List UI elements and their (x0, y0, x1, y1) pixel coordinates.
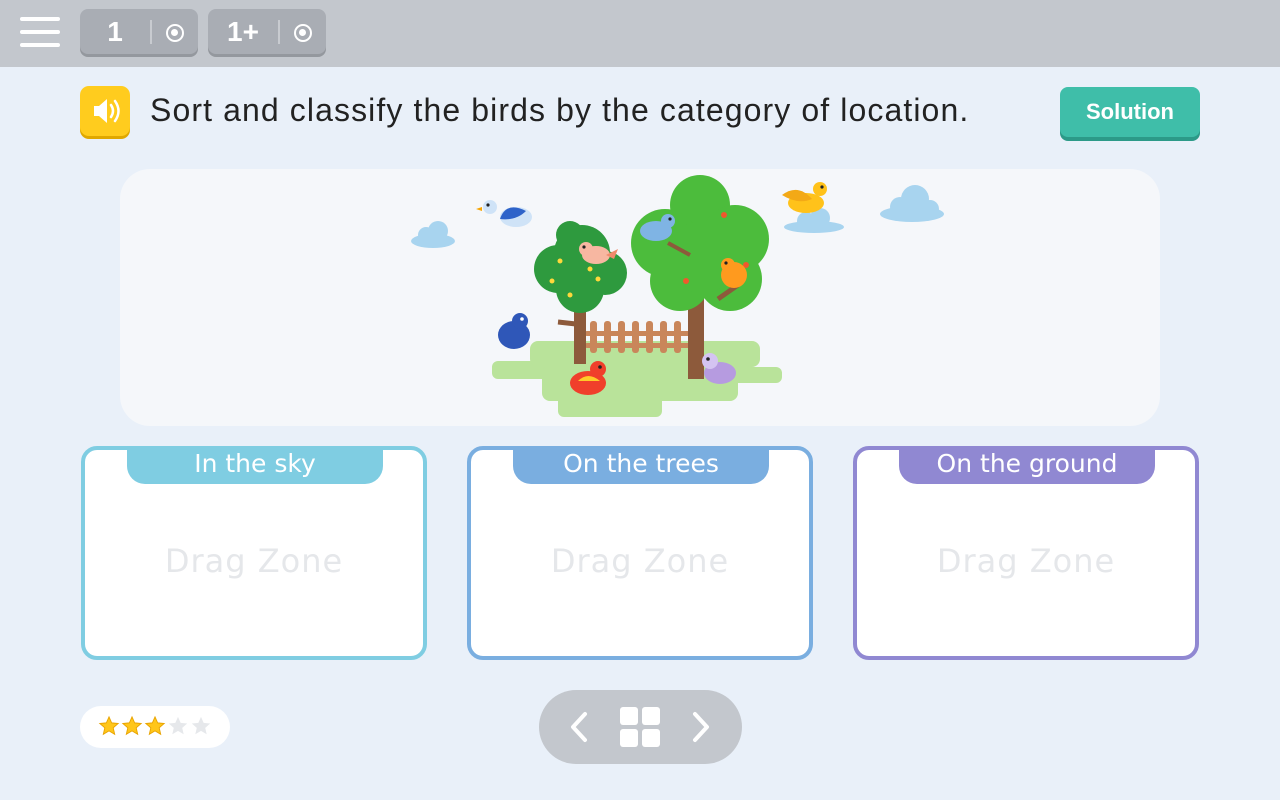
drag-zone-placeholder: Drag Zone (550, 542, 730, 580)
cloud-icon (880, 185, 944, 222)
birds-trees-fence-illustration (411, 175, 944, 417)
star-rating (80, 706, 230, 748)
question-text: Sort and classify the birds by the categ… (150, 92, 970, 128)
divider (278, 20, 280, 44)
zone-title: On the ground (899, 446, 1155, 484)
cloud-icon (411, 221, 455, 248)
star-empty-icon (167, 715, 189, 737)
navigation-bar (539, 690, 742, 764)
star-empty-icon (190, 715, 212, 737)
scene-panel (120, 169, 1160, 426)
zone-title: On the trees (513, 446, 769, 484)
yellow-bird-icon (782, 182, 827, 213)
drop-zone-on-the-trees[interactable]: On the trees Drag Zone (467, 446, 813, 660)
chevron-left-icon[interactable] (567, 711, 591, 743)
drop-zone-in-the-sky[interactable]: In the sky Drag Zone (81, 446, 427, 660)
star-filled-icon (121, 715, 143, 737)
navy-bird-icon (498, 313, 530, 349)
star-filled-icon (144, 715, 166, 737)
top-bar: 1 1+ (0, 0, 1280, 67)
level-1-button[interactable]: 1 (80, 9, 198, 57)
target-icon (166, 24, 184, 42)
solution-button[interactable]: Solution (1060, 87, 1200, 137)
chevron-right-icon[interactable] (689, 711, 713, 743)
level-label: 1 (107, 16, 123, 47)
star-filled-icon (98, 715, 120, 737)
zone-title: In the sky (127, 446, 383, 484)
blue-bird-icon (476, 200, 532, 227)
divider (150, 20, 152, 44)
drag-zone-placeholder: Drag Zone (164, 542, 344, 580)
drop-zone-on-the-ground[interactable]: On the ground Drag Zone (853, 446, 1199, 660)
level-label: 1+ (227, 16, 259, 47)
drag-zone-placeholder: Drag Zone (936, 542, 1116, 580)
target-icon (294, 24, 312, 42)
level-1-plus-button[interactable]: 1+ (208, 9, 326, 57)
hamburger-menu-icon[interactable] (20, 15, 60, 51)
grid-icon[interactable] (619, 706, 661, 748)
speaker-icon[interactable] (80, 86, 130, 136)
